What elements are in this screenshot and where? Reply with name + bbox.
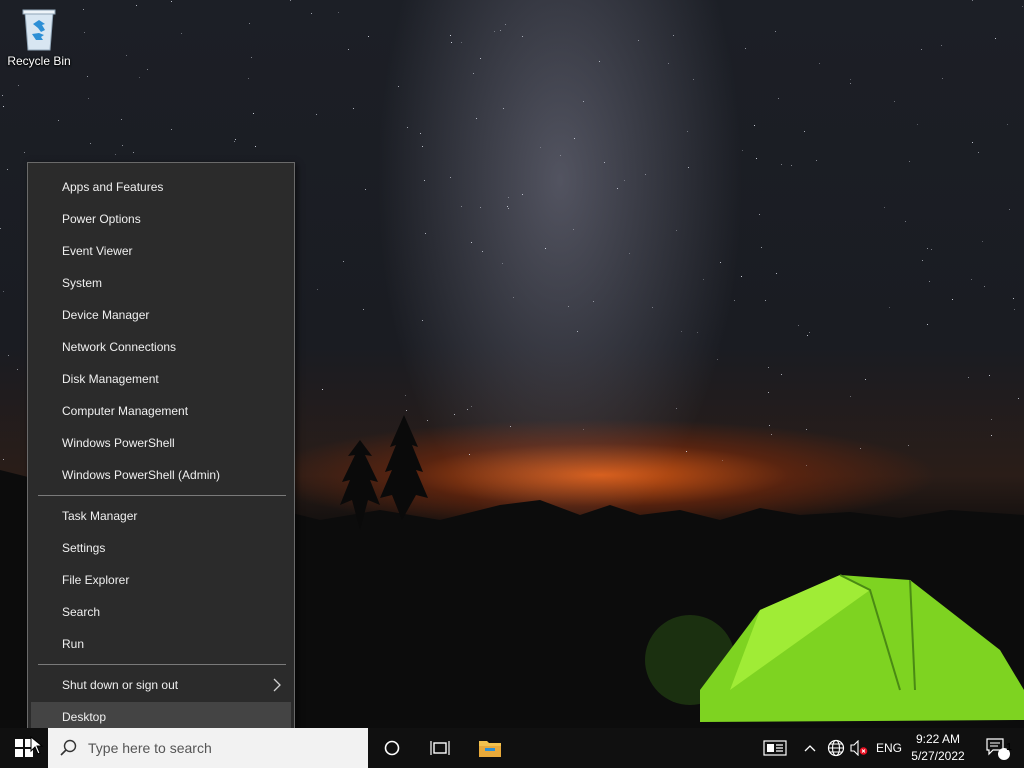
cortana-button[interactable] xyxy=(368,728,416,768)
file-explorer-taskbar-button[interactable] xyxy=(464,728,516,768)
notification-count-badge: 1 xyxy=(1006,742,1012,753)
search-icon xyxy=(60,739,77,756)
menu-item-computer-management[interactable]: Computer Management xyxy=(31,396,291,426)
menu-item-windows-powershell[interactable]: Windows PowerShell xyxy=(31,428,291,458)
menu-item-search[interactable]: Search xyxy=(31,597,291,627)
start-button[interactable] xyxy=(0,728,48,768)
menu-item-file-explorer[interactable]: File Explorer xyxy=(31,565,291,595)
menu-separator xyxy=(38,664,286,665)
mouse-cursor-icon xyxy=(30,736,44,755)
task-view-button[interactable] xyxy=(416,728,464,768)
menu-item-shut-down-or-sign-out[interactable]: Shut down or sign out xyxy=(31,670,291,700)
menu-item-network-connections[interactable]: Network Connections xyxy=(31,332,291,362)
clock[interactable]: 9:22 AM 5/27/2022 xyxy=(906,731,970,765)
menu-item-disk-management[interactable]: Disk Management xyxy=(31,364,291,394)
menu-item-power-options[interactable]: Power Options xyxy=(31,204,291,234)
cortana-icon xyxy=(384,740,400,756)
action-center-button[interactable]: 1 xyxy=(978,728,1018,768)
chevron-right-icon xyxy=(271,670,283,700)
clock-date: 5/27/2022 xyxy=(911,749,965,763)
input-language-indicator[interactable]: ENG xyxy=(876,741,902,755)
menu-item-run[interactable]: Run xyxy=(31,629,291,659)
network-globe-icon xyxy=(827,739,845,757)
recycle-bin-icon xyxy=(17,6,61,52)
recycle-bin-label: Recycle Bin xyxy=(7,54,71,68)
taskbar: Type here to search ENG 9:22 AM 5/27/202… xyxy=(0,728,1024,768)
menu-item-windows-powershell-admin[interactable]: Windows PowerShell (Admin) xyxy=(31,460,291,490)
search-placeholder: Type here to search xyxy=(88,740,212,756)
clock-time: 9:22 AM xyxy=(915,732,961,746)
news-and-interests-button[interactable] xyxy=(760,728,790,768)
menu-item-system[interactable]: System xyxy=(31,268,291,298)
menu-item-settings[interactable]: Settings xyxy=(31,533,291,563)
task-view-icon xyxy=(430,741,450,755)
menu-item-device-manager[interactable]: Device Manager xyxy=(31,300,291,330)
network-button[interactable] xyxy=(824,728,848,768)
menu-item-label: Shut down or sign out xyxy=(62,678,179,692)
search-input[interactable]: Type here to search xyxy=(48,728,368,768)
volume-muted-icon xyxy=(850,740,868,756)
winx-context-menu: Apps and Features Power Options Event Vi… xyxy=(27,162,295,738)
news-and-interests-icon xyxy=(763,740,787,756)
menu-separator xyxy=(38,495,286,496)
show-hidden-icons-button[interactable] xyxy=(800,728,820,768)
volume-button[interactable] xyxy=(848,728,870,768)
menu-item-apps-and-features[interactable]: Apps and Features xyxy=(31,172,291,202)
menu-item-event-viewer[interactable]: Event Viewer xyxy=(31,236,291,266)
file-explorer-icon xyxy=(479,741,501,757)
show-hidden-icons-chevron xyxy=(804,745,816,752)
desktop-icon-recycle-bin[interactable]: Recycle Bin xyxy=(4,6,74,68)
menu-item-task-manager[interactable]: Task Manager xyxy=(31,501,291,531)
